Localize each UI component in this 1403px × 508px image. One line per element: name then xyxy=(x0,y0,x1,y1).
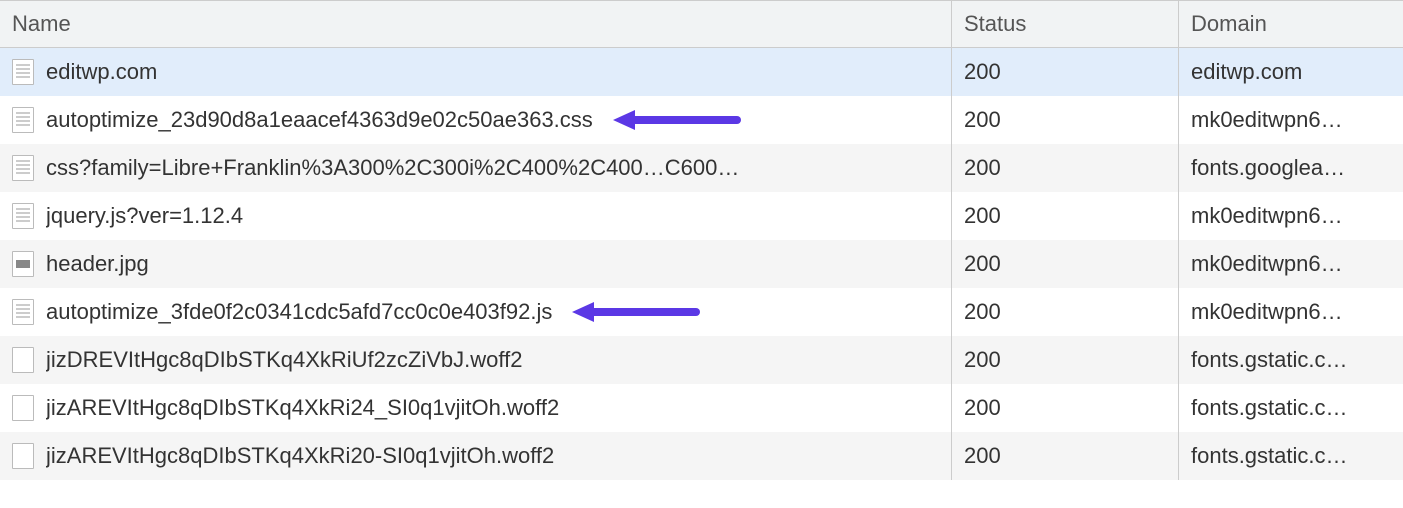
status-value: 200 xyxy=(964,203,1001,229)
column-header-status[interactable]: Status xyxy=(952,1,1179,47)
document-icon xyxy=(12,155,34,181)
request-name: jizAREVItHgc8qDIbSTKq4XkRi24_SI0q1vjitOh… xyxy=(46,395,559,421)
table-row[interactable]: jizDREVItHgc8qDIbSTKq4XkRiUf2zcZiVbJ.wof… xyxy=(0,336,1403,384)
status-cell: 200 xyxy=(952,432,1179,480)
table-row[interactable]: jquery.js?ver=1.12.4 200 mk0editwpn6… xyxy=(0,192,1403,240)
status-value: 200 xyxy=(964,59,1001,85)
domain-cell: mk0editwpn6… xyxy=(1179,240,1403,288)
table-body: editwp.com 200 editwp.com autoptimize_23d90… xyxy=(0,48,1403,480)
domain-value: fonts.gstatic.c… xyxy=(1191,443,1348,469)
request-name: css?family=Libre+Franklin%3A300%2C300i%2… xyxy=(46,155,739,181)
status-cell: 200 xyxy=(952,336,1179,384)
domain-cell: mk0editwpn6… xyxy=(1179,96,1403,144)
status-value: 200 xyxy=(964,443,1001,469)
domain-cell: fonts.gstatic.c… xyxy=(1179,336,1403,384)
request-name: editwp.com xyxy=(46,59,157,85)
document-icon xyxy=(12,107,34,133)
name-cell[interactable]: jquery.js?ver=1.12.4 xyxy=(0,192,952,240)
status-value: 200 xyxy=(964,155,1001,181)
font-file-icon xyxy=(12,347,34,373)
name-cell[interactable]: jizDREVItHgc8qDIbSTKq4XkRiUf2zcZiVbJ.wof… xyxy=(0,336,952,384)
domain-value: mk0editwpn6… xyxy=(1191,107,1343,133)
name-cell[interactable]: header.jpg xyxy=(0,240,952,288)
domain-value: fonts.gstatic.c… xyxy=(1191,347,1348,373)
status-cell: 200 xyxy=(952,48,1179,96)
table-row[interactable]: jizAREVItHgc8qDIbSTKq4XkRi24_SI0q1vjitOh… xyxy=(0,384,1403,432)
status-value: 200 xyxy=(964,107,1001,133)
table-row[interactable]: css?family=Libre+Franklin%3A300%2C300i%2… xyxy=(0,144,1403,192)
domain-cell: editwp.com xyxy=(1179,48,1403,96)
name-cell[interactable]: jizAREVItHgc8qDIbSTKq4XkRi20-SI0q1vjitOh… xyxy=(0,432,952,480)
request-name: autoptimize_3fde0f2c0341cdc5afd7cc0c0e40… xyxy=(46,299,552,325)
network-table: Name Status Domain editwp.com200editwp.c… xyxy=(0,0,1403,480)
domain-cell: fonts.gstatic.c… xyxy=(1179,432,1403,480)
table-row[interactable]: autoptimize_3fde0f2c0341cdc5afd7cc0c0e40… xyxy=(0,288,1403,336)
domain-value: mk0editwpn6… xyxy=(1191,203,1343,229)
domain-cell: mk0editwpn6… xyxy=(1179,288,1403,336)
request-name: jizDREVItHgc8qDIbSTKq4XkRiUf2zcZiVbJ.wof… xyxy=(46,347,522,373)
name-cell[interactable]: editwp.com xyxy=(0,48,952,96)
status-cell: 200 xyxy=(952,288,1179,336)
font-file-icon xyxy=(12,395,34,421)
domain-value: editwp.com xyxy=(1191,59,1302,85)
domain-value: fonts.gstatic.c… xyxy=(1191,395,1348,421)
status-cell: 200 xyxy=(952,384,1179,432)
column-header-domain[interactable]: Domain xyxy=(1179,1,1403,47)
name-cell[interactable]: css?family=Libre+Franklin%3A300%2C300i%2… xyxy=(0,144,952,192)
font-file-icon xyxy=(12,443,34,469)
image-icon xyxy=(12,251,34,277)
document-icon xyxy=(12,203,34,229)
status-cell: 200 xyxy=(952,96,1179,144)
document-icon xyxy=(12,299,34,325)
column-header-name[interactable]: Name xyxy=(0,1,952,47)
name-cell[interactable]: autoptimize_3fde0f2c0341cdc5afd7cc0c0e40… xyxy=(0,288,952,336)
domain-value: mk0editwpn6… xyxy=(1191,299,1343,325)
request-name: jizAREVItHgc8qDIbSTKq4XkRi20-SI0q1vjitOh… xyxy=(46,443,554,469)
status-value: 200 xyxy=(964,251,1001,277)
table-row[interactable]: autoptimize_23d90d8a1eaacef4363d9e02c50a… xyxy=(0,96,1403,144)
request-name: header.jpg xyxy=(46,251,149,277)
status-cell: 200 xyxy=(952,144,1179,192)
annotation-arrow-left-icon xyxy=(570,299,700,325)
domain-value: fonts.googlea… xyxy=(1191,155,1345,181)
request-name: jquery.js?ver=1.12.4 xyxy=(46,203,243,229)
domain-cell: fonts.gstatic.c… xyxy=(1179,384,1403,432)
status-value: 200 xyxy=(964,347,1001,373)
domain-value: mk0editwpn6… xyxy=(1191,251,1343,277)
status-cell: 200 xyxy=(952,240,1179,288)
status-value: 200 xyxy=(964,299,1001,325)
domain-cell: mk0editwpn6… xyxy=(1179,192,1403,240)
name-cell[interactable]: autoptimize_23d90d8a1eaacef4363d9e02c50a… xyxy=(0,96,952,144)
annotation-arrow-left-icon xyxy=(611,107,741,133)
status-cell: 200 xyxy=(952,192,1179,240)
request-name: autoptimize_23d90d8a1eaacef4363d9e02c50a… xyxy=(46,107,593,133)
table-row[interactable]: editwp.com 200 editwp.com xyxy=(0,48,1403,96)
table-row[interactable]: jizAREVItHgc8qDIbSTKq4XkRi20-SI0q1vjitOh… xyxy=(0,432,1403,480)
table-row[interactable]: header.jpg 200 mk0editwpn6… xyxy=(0,240,1403,288)
status-value: 200 xyxy=(964,395,1001,421)
table-header-row: Name Status Domain xyxy=(0,0,1403,48)
document-icon xyxy=(12,59,34,85)
domain-cell: fonts.googlea… xyxy=(1179,144,1403,192)
name-cell[interactable]: jizAREVItHgc8qDIbSTKq4XkRi24_SI0q1vjitOh… xyxy=(0,384,952,432)
